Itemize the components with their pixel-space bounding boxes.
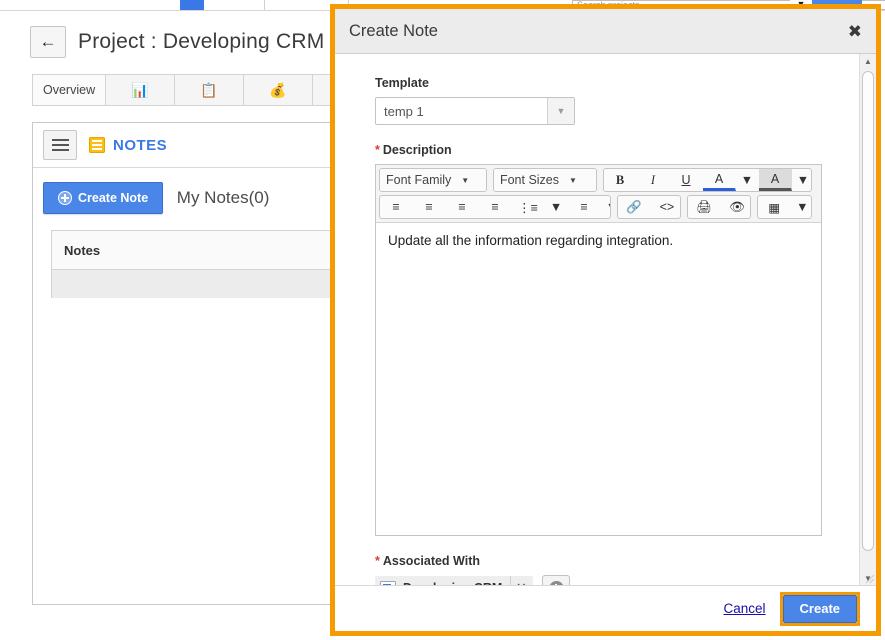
underline-icon[interactable]: U (670, 169, 703, 191)
link-icon[interactable]: 🔗 (618, 196, 651, 218)
font-size-select[interactable]: Font Sizes ▼ (493, 169, 596, 191)
template-field-label: Template (375, 76, 429, 90)
create-note-button[interactable]: Create Note (43, 182, 164, 214)
editor-toolbar-row-2: ≡ ≡ ≡ ≡ ⋮≡ ▼ ≡ ▼ 🔗 <> (379, 195, 818, 219)
font-size-select-label: Font Sizes (499, 173, 560, 187)
font-family-select-label: Font Family (386, 173, 452, 187)
required-marker: * (375, 143, 380, 157)
text-color-icon[interactable]: A (702, 169, 736, 191)
create-note-dialog-inner: Create Note ✖ Template temp 1 ▼ * Descrip… (335, 9, 876, 631)
bullet-list-icon[interactable]: ⋮≡ (512, 196, 545, 218)
money-bag-icon: 💰 (269, 82, 287, 98)
gantt-chart-icon: 📊 (131, 82, 149, 98)
notes-module-title: NOTES (113, 136, 168, 154)
table-icon[interactable]: ▦ (758, 196, 791, 218)
bullet-list-dropdown-chevron-down-icon[interactable]: ▼ (545, 196, 568, 218)
project-tab-strip: Overview 📊 📋 💰 👥 (32, 74, 383, 106)
arrow-left-icon: ← (39, 32, 57, 51)
dialog-title-bar: Create Note ✖ (335, 9, 876, 54)
description-editor-content[interactable]: Update all the information regarding int… (376, 223, 821, 535)
topbar-tab-2[interactable] (204, 0, 265, 10)
align-justify-icon[interactable]: ≡ (479, 196, 512, 218)
chevron-down-icon[interactable]: ▼ (547, 98, 574, 124)
tab-overview[interactable]: Overview (32, 74, 107, 106)
template-select-value: temp 1 (384, 103, 424, 119)
associated-with-field-label: * Associated With (375, 554, 860, 568)
tab-budget[interactable]: 💰 (243, 74, 314, 106)
italic-icon[interactable]: I (637, 169, 670, 191)
alignment-list-group: ≡ ≡ ≡ ≡ ⋮≡ ▼ ≡ ▼ (379, 195, 611, 219)
description-field-label: * Description (375, 143, 860, 157)
font-family-group: Font Family ▼ (379, 168, 487, 192)
topbar-active-tab[interactable] (180, 0, 204, 10)
background-color-dropdown-chevron-down-icon[interactable]: ▼ (792, 169, 811, 191)
notes-module-header: NOTES (33, 123, 331, 168)
required-marker: * (375, 554, 380, 568)
text-color-dropdown-chevron-down-icon[interactable]: ▼ (736, 169, 759, 191)
plus-circle-icon (58, 191, 72, 205)
dialog-title: Create Note (349, 21, 438, 40)
tools-group: 🖨 👁 (687, 195, 752, 219)
tab-gantt[interactable]: 📊 (105, 74, 176, 106)
tab-tasks[interactable]: 📋 (174, 74, 245, 106)
align-right-icon[interactable]: ≡ (446, 196, 479, 218)
close-icon[interactable]: ✖ (848, 23, 862, 40)
dialog-footer: Cancel Create (335, 585, 876, 631)
page-title: Project : Developing CRM (78, 30, 325, 53)
bold-icon[interactable]: B (604, 169, 637, 191)
editor-toolbar: Font Family ▼ Font Sizes ▼ B I U A ▼ A ▼… (376, 165, 821, 223)
numbered-list-icon[interactable]: ≡ (568, 196, 601, 218)
tab-overview-label: Overview (43, 83, 96, 97)
numbered-list-dropdown-chevron-down-icon[interactable]: ▼ (601, 196, 610, 218)
font-size-group: Font Sizes ▼ (492, 168, 597, 192)
cancel-button[interactable]: Cancel (724, 601, 766, 616)
resize-grip-icon[interactable] (863, 572, 875, 584)
topbar-tab-1[interactable] (138, 0, 181, 10)
back-button[interactable]: ← (30, 26, 66, 58)
insert-group: 🔗 <> (616, 195, 682, 219)
hamburger-menu-icon[interactable] (43, 130, 77, 160)
my-notes-count-label: My Notes(0) (176, 188, 270, 207)
description-rich-text-editor: Font Family ▼ Font Sizes ▼ B I U A ▼ A ▼… (375, 164, 822, 536)
dialog-vertical-scrollbar[interactable]: ▲ ▼ (859, 54, 876, 586)
create-button[interactable]: Create (782, 594, 857, 623)
align-center-icon[interactable]: ≡ (413, 196, 446, 218)
chevron-up-icon[interactable]: ▲ (860, 54, 876, 69)
insert-table-dropdown-chevron-down-icon[interactable]: ▼ (791, 196, 811, 218)
dialog-scroll-area: Template temp 1 ▼ * Description Font Fam… (335, 54, 860, 586)
chevron-down-icon: ▼ (569, 175, 577, 185)
editor-toolbar-row-1: Font Family ▼ Font Sizes ▼ B I U A ▼ A ▼ (379, 168, 818, 192)
font-family-select[interactable]: Font Family ▼ (380, 169, 486, 191)
scrollbar-thumb[interactable] (862, 71, 874, 551)
task-checklist-icon: 📋 (200, 82, 218, 98)
chevron-down-icon: ▼ (461, 175, 470, 185)
align-left-icon[interactable]: ≡ (380, 196, 413, 218)
notes-table-header-notes: Notes (52, 231, 331, 270)
text-format-group: B I U A ▼ A ▼ (602, 168, 812, 192)
eye-preview-icon[interactable]: 👁 (721, 196, 750, 218)
project-header: ← Project : Developing CRM (30, 26, 324, 58)
table-group: ▦ ▼ (757, 195, 813, 219)
print-icon[interactable]: 🖨 (688, 196, 721, 218)
create-button-highlight: Create (779, 591, 860, 626)
notes-table-empty-row (52, 270, 331, 298)
notes-icon (89, 137, 105, 153)
notes-table: Notes (51, 230, 331, 298)
dialog-form: Template temp 1 ▼ * Description Font Fam… (335, 54, 860, 586)
create-note-button-label: Create Note (78, 191, 149, 205)
associated-with-label-text: Associated With (382, 554, 481, 568)
description-label-text: Description (382, 143, 452, 157)
notes-module-body: Create Note My Notes(0) Notes (33, 168, 331, 298)
template-select[interactable]: temp 1 ▼ (375, 97, 575, 125)
notes-module-panel: NOTES Create Note My Notes(0) Notes (32, 122, 332, 605)
background-color-icon[interactable]: A (758, 169, 792, 191)
source-code-icon[interactable]: <> (651, 196, 680, 218)
create-note-dialog: Create Note ✖ Template temp 1 ▼ * Descrip… (330, 4, 881, 636)
